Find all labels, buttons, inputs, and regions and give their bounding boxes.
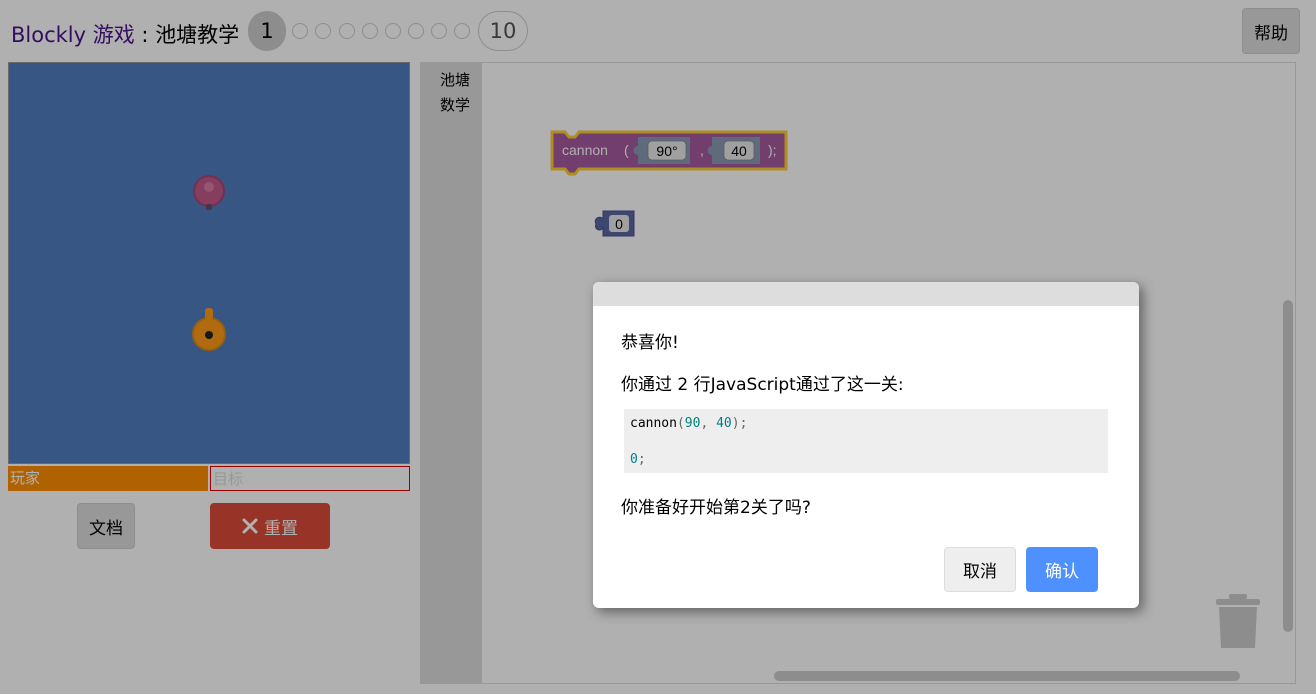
code-line-1: cannon(90, 40); [630, 416, 748, 431]
code-line-2: 0; [630, 452, 646, 467]
next-level-prompt: 你准备好开始第2关了吗? [621, 498, 811, 518]
congrats-text: 恭喜你! [621, 333, 679, 353]
summary-text: 你通过 2 行JavaScript通过了这一关: [621, 375, 904, 395]
generated-code-box: cannon(90, 40); 0; [624, 409, 1108, 473]
confirm-button[interactable]: 确认 [1026, 547, 1098, 592]
level-complete-dialog: 恭喜你! 你通过 2 行JavaScript通过了这一关: cannon(90,… [593, 282, 1139, 608]
dialog-header[interactable] [593, 282, 1139, 306]
cancel-button[interactable]: 取消 [944, 547, 1016, 592]
